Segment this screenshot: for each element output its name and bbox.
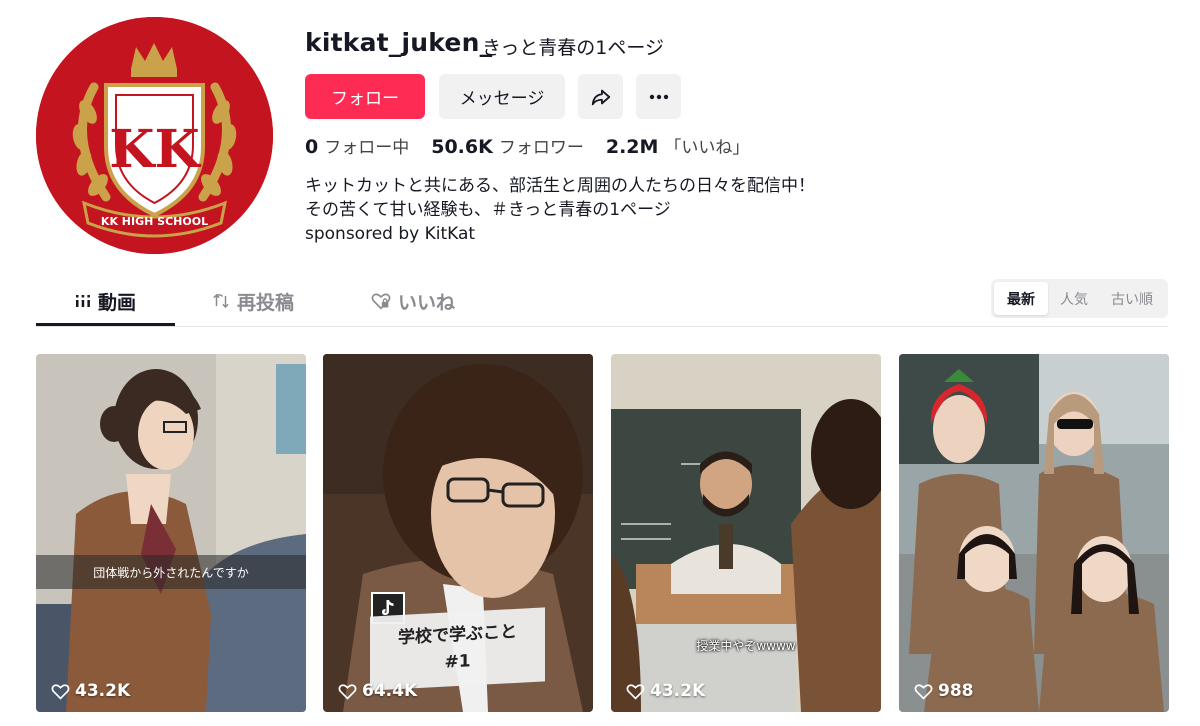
following-count: 0 — [305, 136, 319, 158]
followers-stat[interactable]: 50.6K フォロワー — [431, 133, 584, 158]
svg-text:KK HIGH SCHOOL: KK HIGH SCHOOL — [101, 215, 208, 228]
sort-option-popular[interactable]: 人気 — [1048, 282, 1100, 315]
profile-username: kitkat_juken_ — [305, 28, 493, 57]
title-card-line: #1 — [444, 651, 471, 673]
video-thumbnail — [611, 354, 881, 712]
video-card[interactable]: 授業中やぞwwww 43.2K — [611, 354, 881, 712]
like-count-text: 64.4K — [362, 681, 418, 701]
video-thumbnail — [36, 354, 306, 712]
heart-outline-icon — [914, 683, 933, 700]
tabs-divider — [36, 326, 1168, 327]
bio-line: sponsored by KitKat — [305, 224, 476, 244]
video-like-count: 43.2K — [626, 681, 705, 701]
like-count-text: 43.2K — [75, 681, 131, 701]
video-thumbnail — [899, 354, 1169, 712]
video-like-count: 43.2K — [51, 681, 130, 701]
profile-nickname: きっと青春の1ページ — [482, 37, 664, 59]
title-card-line: 学校で学ぶこと — [398, 621, 517, 649]
video-card[interactable]: 988 — [899, 354, 1169, 712]
followers-count: 50.6K — [431, 136, 493, 158]
tab-label: 再投稿 — [237, 291, 295, 314]
follow-button[interactable]: フォロー — [305, 74, 425, 119]
following-label: フォロー中 — [324, 138, 410, 158]
sort-option-oldest[interactable]: 古い順 — [1100, 282, 1164, 315]
following-stat[interactable]: 0 フォロー中 — [305, 133, 409, 158]
heart-lock-icon — [371, 293, 391, 310]
heart-outline-icon — [338, 683, 357, 700]
video-card[interactable]: 学校で学ぶこと #1 64.4K — [323, 354, 593, 712]
followers-label: フォロワー — [498, 138, 584, 158]
kk-high-school-crest-logo: KK KK HIGH SCHOOL — [36, 17, 273, 254]
video-title-card: 学校で学ぶこと #1 — [370, 607, 545, 691]
profile-bio: キットカットと共にある、部活生と周囲の人たちの日々を配信中！ その苦くて甘い経験… — [305, 174, 815, 246]
heart-outline-icon — [626, 683, 645, 700]
heart-outline-icon — [51, 683, 70, 700]
likes-count: 2.2M — [605, 136, 659, 158]
sort-toggle: 最新 人気 古い順 — [991, 279, 1168, 318]
like-count-text: 988 — [938, 681, 974, 701]
profile-stats: 0 フォロー中 50.6K フォロワー 2.2M 「いいね」 — [305, 133, 771, 158]
tab-label: 動画 — [98, 291, 137, 314]
tab-label: いいね — [398, 291, 456, 314]
grid-icon — [76, 295, 90, 307]
avatar[interactable]: KK KK HIGH SCHOOL — [36, 17, 273, 254]
more-button[interactable] — [636, 74, 681, 119]
tab-liked[interactable]: いいね — [371, 287, 455, 315]
share-icon — [591, 89, 610, 105]
share-button[interactable] — [578, 74, 623, 119]
active-tab-indicator — [36, 323, 175, 326]
message-button[interactable]: メッセージ — [439, 74, 565, 119]
like-count-text: 43.2K — [650, 681, 706, 701]
video-like-count: 988 — [914, 681, 974, 701]
video-like-count: 64.4K — [338, 681, 417, 701]
likes-stat: 2.2M 「いいね」 — [606, 133, 750, 158]
tab-reposts[interactable]: 再投稿 — [212, 287, 294, 315]
more-icon — [649, 94, 668, 99]
video-overlay-text: 団体戦から外されたんですか — [36, 555, 306, 589]
repost-icon — [213, 293, 229, 309]
bio-line: キットカットと共にある、部活生と周囲の人たちの日々を配信中！ — [305, 176, 815, 196]
likes-label: 「いいね」 — [664, 138, 750, 158]
sort-option-latest[interactable]: 最新 — [994, 282, 1048, 315]
bio-line: その苦くて甘い経験も、＃きっと青春の1ページ — [305, 200, 671, 220]
video-card[interactable]: 団体戦から外されたんですか 43.2K — [36, 354, 306, 712]
video-subtitle: 授業中やぞwwww — [696, 639, 796, 653]
tab-videos[interactable]: 動画 — [75, 287, 136, 315]
svg-text:KK: KK — [109, 119, 201, 180]
